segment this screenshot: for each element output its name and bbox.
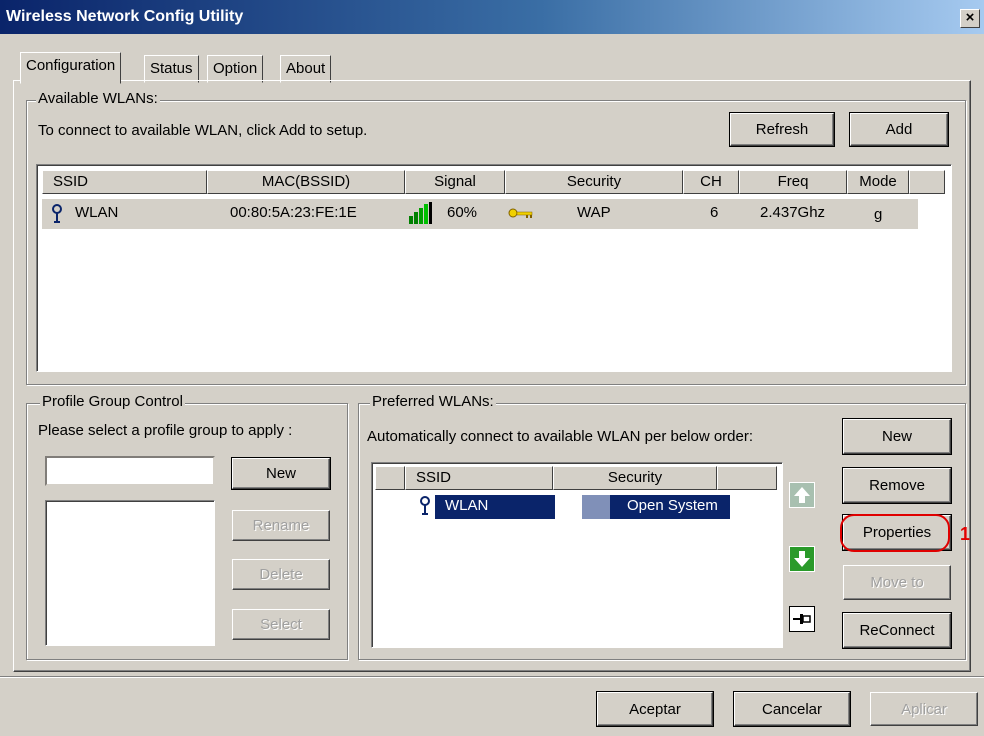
reconnect-button[interactable]: ReConnect [843, 613, 951, 648]
annotation-number: 1 [960, 524, 971, 544]
preferred-new-button[interactable]: New [843, 419, 951, 454]
col-header-ch[interactable]: CH [683, 170, 739, 194]
tab-label: Option [213, 60, 258, 77]
move-to-button[interactable]: Move to [843, 565, 951, 600]
col-label: SSID [416, 469, 452, 486]
highlight-ellipse [840, 514, 950, 552]
col-label: Signal [434, 173, 476, 190]
row-signal: 60% [447, 204, 478, 221]
select-label: Select [260, 616, 302, 633]
delete-label: Delete [259, 566, 303, 583]
row-freq: 2.437Ghz [760, 204, 826, 221]
rename-label: Rename [252, 517, 310, 534]
col-header-filler [717, 466, 777, 490]
col-header-security[interactable]: Security [505, 170, 683, 194]
available-hint: To connect to available WLAN, click Add … [38, 122, 368, 139]
select-button[interactable]: Select [232, 609, 330, 640]
col-header-mac[interactable]: MAC(BSSID) [207, 170, 405, 194]
remove-label: Remove [869, 477, 925, 494]
arrow-down-icon [794, 551, 810, 567]
tab-label: Status [150, 60, 193, 77]
cancel-button[interactable]: Cancelar [734, 692, 850, 726]
move-down-button[interactable] [789, 546, 815, 572]
table-row[interactable]: WLAN Open System [375, 493, 775, 519]
focus-gap [582, 495, 610, 519]
selected-security-cell: Open System [610, 495, 730, 519]
tab-label: About [286, 60, 326, 77]
remove-button[interactable]: Remove [843, 468, 951, 503]
signal-icon [409, 202, 432, 224]
preferred-legend: Preferred WLANs: [370, 393, 496, 410]
apply-label: Aplicar [901, 700, 947, 718]
table-row[interactable]: WLAN 00:80:5A:23:FE:1E 60% WAP 6 2.437Gh… [42, 199, 918, 229]
col-label: Security [566, 173, 622, 190]
tab-label: Configuration [26, 57, 116, 74]
col-header-mode[interactable]: Mode [847, 170, 909, 194]
new-label: New [881, 428, 912, 445]
col-label: CH [700, 173, 722, 190]
add-button[interactable]: Add [850, 113, 948, 146]
col-header-freq[interactable]: Freq [739, 170, 847, 194]
move-up-button[interactable] [789, 482, 815, 508]
antenna-icon [52, 204, 62, 223]
col-label: Mode [859, 173, 897, 190]
pin-icon [793, 614, 811, 624]
preferred-wlans-list[interactable]: SSID Security WLAN Open System [371, 462, 783, 648]
col-header-security[interactable]: Security [553, 466, 717, 490]
refresh-button[interactable]: Refresh [730, 113, 834, 146]
window-title: Wireless Network Config Utility [6, 8, 244, 25]
col-header-signal[interactable]: Signal [405, 170, 505, 194]
preferred-hint: Automatically connect to available WLAN … [367, 428, 754, 445]
title-bar: Wireless Network Config Utility × [0, 0, 984, 34]
profile-group-hint: Please select a profile group to apply : [38, 422, 293, 439]
ok-button[interactable]: Aceptar [597, 692, 713, 726]
profile-group-legend: Profile Group Control [40, 393, 185, 410]
col-label: Security [607, 469, 663, 486]
available-wlans-legend: Available WLANs: [36, 90, 160, 107]
delete-button[interactable]: Delete [232, 559, 330, 590]
key-icon [508, 208, 533, 218]
row-security: Open System [627, 497, 718, 514]
col-label: MAC(BSSID) [261, 173, 351, 190]
reconnect-label: ReConnect [859, 622, 935, 639]
row-mode: g [874, 206, 883, 223]
row-mac: 00:80:5A:23:FE:1E [230, 204, 357, 221]
col-header-blank [375, 466, 405, 490]
new-label: New [265, 465, 296, 482]
col-label: SSID [53, 173, 89, 190]
row-ch: 6 [710, 204, 719, 221]
cancel-label: Cancelar [761, 700, 823, 718]
col-header-filler [909, 170, 945, 194]
rename-button[interactable]: Rename [232, 510, 330, 541]
profile-group-input[interactable] [45, 456, 215, 486]
col-header-ssid[interactable]: SSID [42, 170, 207, 194]
tab-configuration[interactable]: Configuration [20, 52, 122, 84]
close-icon: × [965, 9, 975, 26]
profile-new-button[interactable]: New [232, 458, 330, 489]
tab-about[interactable]: About [280, 55, 332, 83]
add-label: Add [885, 121, 913, 138]
selected-ssid-cell: WLAN [435, 495, 555, 519]
col-header-ssid[interactable]: SSID [405, 466, 553, 490]
tab-option[interactable]: Option [207, 55, 264, 83]
footer-separator [0, 676, 984, 678]
ok-label: Aceptar [629, 700, 681, 718]
col-label: Freq [777, 173, 809, 190]
row-ssid: WLAN [445, 497, 489, 514]
move-to-label: Move to [870, 574, 924, 591]
pin-button[interactable] [789, 606, 815, 632]
profile-group-list[interactable] [45, 500, 215, 646]
row-security: WAP [577, 204, 611, 221]
refresh-label: Refresh [755, 121, 809, 138]
antenna-icon [420, 496, 430, 515]
apply-button[interactable]: Aplicar [870, 692, 978, 726]
arrow-up-icon [794, 487, 810, 503]
available-wlans-list[interactable]: SSID MAC(BSSID) Signal Security CH Freq … [36, 164, 952, 372]
close-button[interactable]: × [960, 9, 980, 28]
row-ssid: WLAN [75, 204, 119, 221]
tab-status[interactable]: Status [144, 55, 199, 83]
